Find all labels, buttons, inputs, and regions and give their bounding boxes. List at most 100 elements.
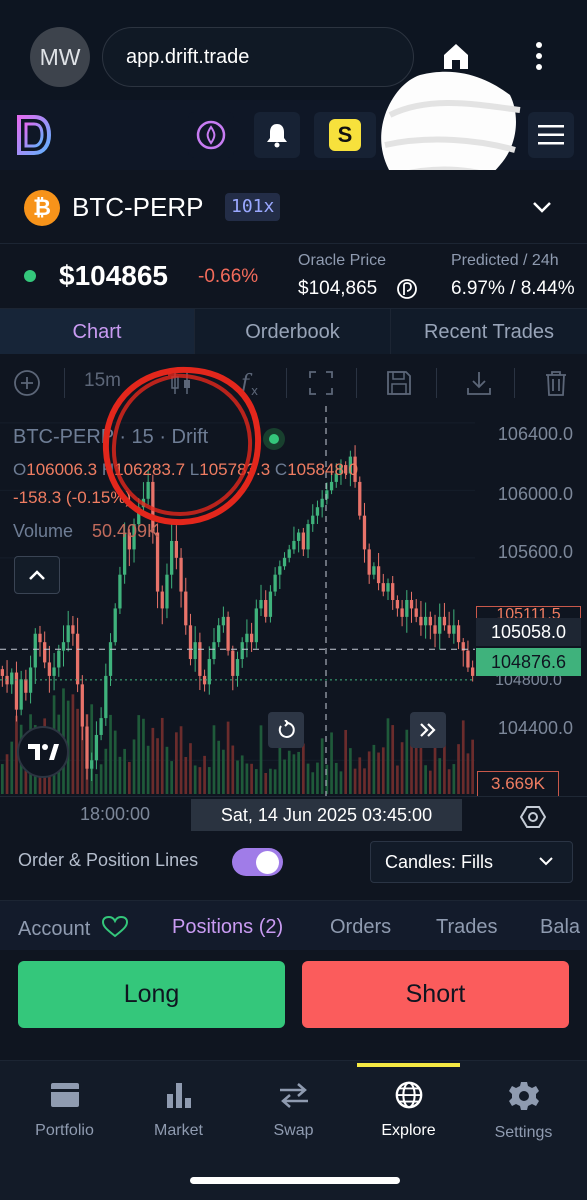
candle-body xyxy=(10,672,14,685)
candle-body xyxy=(329,481,334,491)
chevron-down-icon[interactable] xyxy=(530,198,554,216)
gear-icon xyxy=(508,1082,539,1110)
volume-bar xyxy=(391,725,395,794)
volume-bar xyxy=(438,758,442,794)
candle-body xyxy=(0,669,4,676)
add-indicator-icon[interactable] xyxy=(12,368,42,398)
double-chevron-right-icon xyxy=(420,723,436,737)
candle-body xyxy=(33,633,37,668)
tab-trades[interactable]: Trades xyxy=(436,916,498,939)
candle-body xyxy=(108,642,113,676)
candle-body xyxy=(381,583,385,592)
nav-explore[interactable]: Explore xyxy=(350,1080,467,1140)
volume-bar xyxy=(400,742,404,794)
hamburger-menu-icon[interactable] xyxy=(528,112,574,158)
candle-body xyxy=(306,524,310,550)
address-bar[interactable]: app.drift.trade xyxy=(102,27,414,87)
volume-bar xyxy=(250,763,253,794)
price-change: -0.66% xyxy=(198,266,259,287)
reset-chart-button[interactable] xyxy=(268,712,304,748)
pyth-oracle-icon[interactable] xyxy=(397,279,417,299)
nav-settings[interactable]: Settings xyxy=(465,1080,582,1142)
tab-recent-trades[interactable]: Recent Trades xyxy=(391,309,587,355)
volume-bar xyxy=(381,747,385,794)
volume-bar xyxy=(367,751,371,794)
drift-logo-icon[interactable] xyxy=(16,114,52,156)
volume-bar xyxy=(240,755,244,794)
swap-icon xyxy=(279,1083,308,1108)
scroll-to-realtime-button[interactable] xyxy=(410,712,446,748)
save-icon[interactable] xyxy=(384,368,414,398)
candle-body xyxy=(311,515,315,525)
volume-bar xyxy=(160,717,164,794)
chevron-up-icon xyxy=(29,570,45,580)
volume-bar xyxy=(137,715,141,794)
chart-tabs: Chart Orderbook Recent Trades xyxy=(0,308,587,355)
volume-bar xyxy=(184,757,188,794)
more-options-icon[interactable] xyxy=(532,40,546,72)
download-icon[interactable] xyxy=(464,368,494,398)
candle-body xyxy=(113,608,117,643)
chart-settings-icon[interactable] xyxy=(520,804,546,830)
volume-bar xyxy=(113,730,117,794)
volume-bar xyxy=(118,756,122,794)
candle-body xyxy=(188,625,193,660)
tradingview-logo-icon[interactable] xyxy=(17,726,69,778)
volume-bar xyxy=(349,748,352,794)
tab-positions[interactable]: Positions (2) xyxy=(172,916,283,939)
candle-body xyxy=(273,574,277,592)
volume-bar xyxy=(316,762,319,794)
nav-market[interactable]: Market xyxy=(120,1080,237,1140)
candle-body xyxy=(428,616,432,626)
nav-swap[interactable]: Swap xyxy=(235,1080,352,1140)
volume-bar xyxy=(170,761,174,794)
wallet-provider-button[interactable]: S xyxy=(314,112,376,158)
volume-bar xyxy=(127,761,131,794)
fullscreen-icon[interactable] xyxy=(306,368,336,398)
profile-avatar[interactable]: MW xyxy=(30,27,90,87)
predicted-funding-label: Predicted / 24h xyxy=(451,252,559,269)
y-axis-tick: 106400.0 xyxy=(497,424,573,444)
long-button[interactable]: Long xyxy=(18,961,285,1028)
bitcoin-icon: ₿ xyxy=(24,190,60,226)
candle-body xyxy=(99,718,103,735)
volume-bar xyxy=(198,767,202,794)
candle-body xyxy=(217,625,221,643)
nav-label: Market xyxy=(154,1122,203,1139)
candle-body xyxy=(315,507,320,516)
volume-bar xyxy=(222,749,225,794)
candle-body xyxy=(438,616,442,634)
volume-bar xyxy=(245,763,249,794)
volume-bar xyxy=(287,750,291,794)
tab-balances[interactable]: Bala xyxy=(540,916,580,939)
volume-bar xyxy=(203,755,206,794)
volume-bar xyxy=(269,768,272,794)
tab-account[interactable]: Account xyxy=(18,915,128,941)
candle-body xyxy=(278,566,282,575)
heart-icon xyxy=(101,915,128,938)
nav-portfolio[interactable]: Portfolio xyxy=(6,1080,123,1140)
volume-bar xyxy=(5,754,9,794)
tab-chart[interactable]: Chart xyxy=(0,309,195,355)
volume-bar xyxy=(95,773,98,794)
trash-icon[interactable] xyxy=(541,368,571,398)
volume-bar xyxy=(109,714,112,794)
active-nav-indicator xyxy=(357,1063,460,1067)
tab-orders[interactable]: Orders xyxy=(330,916,391,939)
candle-body xyxy=(90,760,94,769)
toolbar-divider xyxy=(436,368,437,398)
chevron-down-icon xyxy=(539,857,553,866)
volume-bar xyxy=(76,708,79,794)
candle-body xyxy=(320,498,324,508)
short-button[interactable]: Short xyxy=(302,961,569,1028)
notifications-bell-icon[interactable] xyxy=(254,112,300,158)
price-chart[interactable]: 15m fx BTC-PERP · 15 · Drift O106006.3 H… xyxy=(0,354,587,804)
market-name[interactable]: BTC-PERP xyxy=(72,190,203,224)
collapse-legend-button[interactable] xyxy=(14,556,60,594)
volume-bar xyxy=(217,740,221,794)
volume-bar xyxy=(311,772,315,794)
tab-orderbook[interactable]: Orderbook xyxy=(195,309,391,355)
s-logo-icon: S xyxy=(329,119,361,151)
insurance-icon[interactable] xyxy=(188,112,234,158)
candle-body xyxy=(14,672,19,710)
